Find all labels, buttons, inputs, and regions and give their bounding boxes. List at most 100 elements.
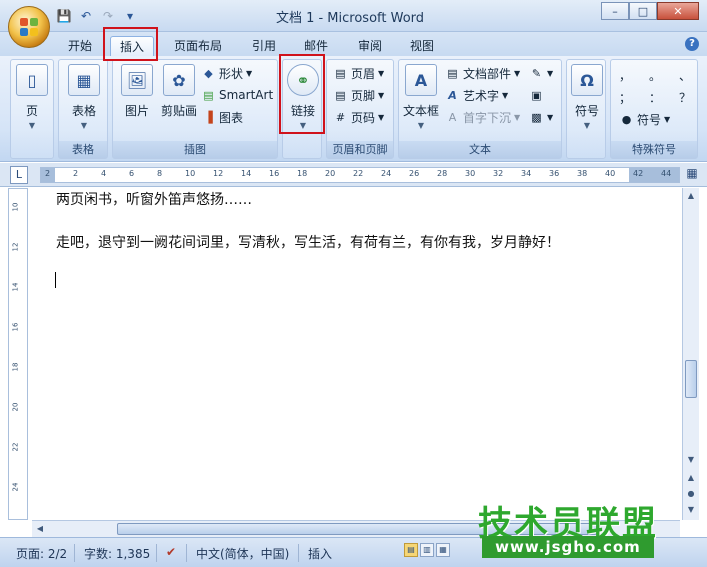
scroll-left-icon[interactable]: ◀ xyxy=(32,521,48,537)
tab-page-layout[interactable]: 页面布局 xyxy=(168,36,228,56)
tab-review[interactable]: 审阅 xyxy=(350,36,390,56)
insert-mode[interactable]: 插入 xyxy=(308,545,332,562)
group-symbols: Ω 符号 ▼ xyxy=(566,59,606,159)
chevron-down-icon: ▼ xyxy=(547,68,554,78)
group-label-tables: 表格 xyxy=(59,141,107,158)
chevron-down-icon: ▼ xyxy=(514,68,521,78)
special-row-2: ； ： ？ xyxy=(619,88,691,106)
full-screen-reading-icon[interactable]: ▥ xyxy=(420,543,434,557)
quickparts-button[interactable]: ▤ 文档部件 ▼ xyxy=(445,64,520,82)
shapes-label: 形状 xyxy=(219,66,244,81)
more-symbols-label: 符号 xyxy=(637,112,662,127)
colon-symbol[interactable]: ： xyxy=(649,89,661,106)
object-button[interactable]: ▩ ▼ xyxy=(529,108,553,126)
table-button[interactable]: ▦ 表格 ▼ xyxy=(64,64,104,130)
print-layout-icon[interactable]: ▤ xyxy=(404,543,418,557)
bullet-icon: ● xyxy=(621,112,632,126)
chevron-down-icon: ▼ xyxy=(547,112,554,122)
picture-button[interactable]: 🖼 图片 xyxy=(117,64,157,119)
group-tables: ▦ 表格 ▼ 表格 xyxy=(58,59,108,159)
redo-icon[interactable]: ↷ xyxy=(100,8,116,24)
table-icon: ▦ xyxy=(68,64,100,96)
office-logo-icon xyxy=(20,18,40,38)
clipart-button[interactable]: ✿ 剪贴画 xyxy=(157,64,201,119)
wordart-label: 艺术字 xyxy=(463,88,500,103)
vertical-scrollbar[interactable]: ▲ ▼ ▲ ● ▼ xyxy=(682,188,699,520)
document-area[interactable]: 两页闲书，听窗外笛声悠扬…… 走吧，退守到一阙花间词里，写清秋，写生活，有荷有兰… xyxy=(32,188,680,520)
page-count[interactable]: 页面: 2/2 xyxy=(16,545,67,562)
page-number-button[interactable]: # 页码 ▼ xyxy=(333,108,384,126)
links-highlight xyxy=(279,54,325,134)
pages-button[interactable]: ▯ 页 ▼ xyxy=(13,64,51,130)
ruler-tick: 42 xyxy=(633,169,644,178)
customize-icon[interactable]: ▾ xyxy=(122,8,138,24)
tab-stop-selector[interactable]: L xyxy=(10,166,28,184)
language-indicator[interactable]: 中文(简体，中国) xyxy=(196,545,289,562)
word-count[interactable]: 字数: 1,385 xyxy=(84,545,150,562)
minimize-button[interactable]: – xyxy=(601,2,629,20)
more-symbols-button[interactable]: ● 符号 ▼ xyxy=(619,110,670,128)
footer-button[interactable]: ▤ 页脚 ▼ xyxy=(333,86,384,104)
page-number-label: 页码 xyxy=(351,110,376,125)
signature-line-button[interactable]: ✎ ▼ xyxy=(529,64,553,82)
prev-page-icon[interactable]: ▲ xyxy=(683,470,699,486)
help-icon[interactable]: ? xyxy=(685,37,699,51)
close-button[interactable]: ✕ xyxy=(657,2,699,20)
textbox-button[interactable]: A 文本框 ▼ xyxy=(401,64,441,130)
window-title: 文档 1 - Microsoft Word xyxy=(275,11,425,26)
chart-button[interactable]: ▐ 图表 xyxy=(201,108,243,126)
view-ruler-icon[interactable]: ▦ xyxy=(683,166,701,184)
table-label: 表格 xyxy=(71,104,96,118)
semicolon-symbol[interactable]: ； xyxy=(619,89,631,106)
date-time-icon: ▣ xyxy=(531,88,542,102)
date-time-button[interactable]: ▣ xyxy=(529,86,544,104)
tab-home[interactable]: 开始 xyxy=(60,36,100,56)
scroll-up-icon[interactable]: ▲ xyxy=(683,188,699,204)
dropcap-button[interactable]: A 首字下沉 ▼ xyxy=(445,108,520,126)
ruler-tick: 14 xyxy=(241,169,252,178)
smartart-button[interactable]: ▤ SmartArt xyxy=(201,86,273,104)
group-illustrations: 🖼 图片 ✿ 剪贴画 ◆ 形状 ▼ ▤ SmartArt ▐ 图表 插图 xyxy=(112,59,278,159)
comma-symbol[interactable]: ， xyxy=(619,67,631,84)
undo-icon[interactable]: ↶ xyxy=(78,8,94,24)
group-label-illustrations: 插图 xyxy=(113,141,277,158)
chevron-down-icon: ▼ xyxy=(378,68,385,78)
question-symbol[interactable]: ？ xyxy=(679,89,691,106)
proofing-icon[interactable]: ✔ xyxy=(166,545,176,559)
ruler-tick: 26 xyxy=(409,169,420,178)
clipart-label: 剪贴画 xyxy=(160,104,197,118)
footer-label: 页脚 xyxy=(351,88,376,103)
ruler-tick: 36 xyxy=(549,169,560,178)
ruler-tick: 12 xyxy=(213,169,224,178)
textbox-label: 文本框 xyxy=(402,104,439,118)
ruler-tick: 28 xyxy=(437,169,448,178)
dropcap-icon: A xyxy=(448,110,457,124)
header-button[interactable]: ▤ 页眉 ▼ xyxy=(333,64,384,82)
ruler-tick: 18 xyxy=(297,169,308,178)
ruler-tick: 32 xyxy=(493,169,504,178)
pause-symbol[interactable]: 、 xyxy=(679,67,691,84)
office-button[interactable] xyxy=(8,6,50,48)
horizontal-ruler[interactable]: 2 2 4 6 8 10 12 14 16 18 20 22 24 26 28 30 32 34 36 38 40 42 4… xyxy=(40,167,680,183)
symbol-button[interactable]: Ω 符号 ▼ xyxy=(568,64,606,130)
tab-mailings[interactable]: 邮件 xyxy=(296,36,336,56)
maximize-button[interactable]: □ xyxy=(629,2,657,20)
tab-references[interactable]: 引用 xyxy=(244,36,284,56)
quick-access-toolbar: 💾 ↶ ↷ ▾ xyxy=(56,6,138,26)
period-symbol[interactable]: 。 xyxy=(649,67,661,84)
ruler-tick: 20 xyxy=(325,169,336,178)
save-icon[interactable]: 💾 xyxy=(56,8,72,24)
ruler-tick: 38 xyxy=(577,169,588,178)
vertical-ruler: 10 12 14 16 18 20 22 24 xyxy=(8,188,28,520)
scroll-down-icon[interactable]: ▼ xyxy=(683,452,699,468)
ruler-tick: 44 xyxy=(661,169,672,178)
web-layout-icon[interactable]: ▦ xyxy=(436,543,450,557)
wordart-button[interactable]: A 艺术字 ▼ xyxy=(445,86,508,104)
tab-view[interactable]: 视图 xyxy=(402,36,442,56)
ruler-tick: 10 xyxy=(185,169,196,178)
vertical-scroll-thumb[interactable] xyxy=(685,360,697,398)
status-divider xyxy=(156,544,157,562)
status-divider xyxy=(186,544,187,562)
shapes-button[interactable]: ◆ 形状 ▼ xyxy=(201,64,252,82)
smartart-label: SmartArt xyxy=(219,88,274,102)
